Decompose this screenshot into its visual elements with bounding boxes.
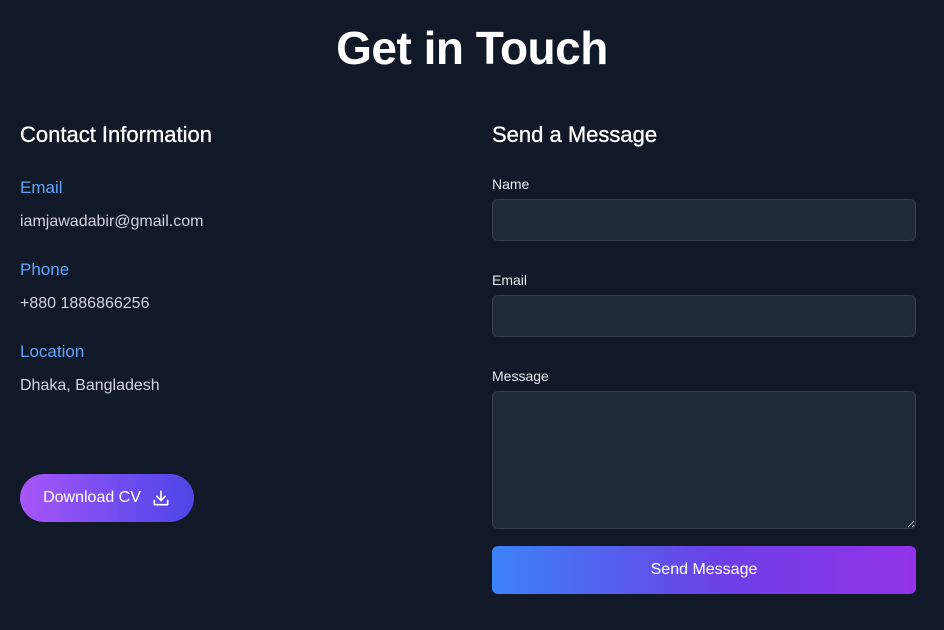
name-input[interactable] [492,199,916,241]
location-info-label: Location [20,342,85,361]
page-title: Get in Touch [336,22,608,74]
contact-info-heading: Contact Information [20,122,212,147]
email-input[interactable] [492,295,916,337]
contact-info-section: Contact Information Email iamjawadabir@g… [20,118,440,397]
location-info-value: Dhaka, Bangladesh [20,377,160,394]
email-info-value: iamjawadabir@gmail.com [20,213,204,230]
message-form-heading: Send a Message [492,122,658,147]
contact-page: Get in Touch Contact Information Email i… [0,0,944,630]
download-cv-button[interactable]: Download CV [20,474,194,522]
send-message-button[interactable]: Send Message [492,546,916,594]
download-cv-label: Download CV [43,489,141,506]
download-icon [153,490,169,506]
phone-info-label: Phone [20,260,70,279]
phone-info-value: +880 1886866256 [20,295,150,312]
message-form: Send a Message Name Email Message [492,118,916,534]
email-info-label: Email [20,178,63,197]
name-field-label: Name [492,176,530,192]
message-field-label: Message [492,368,549,384]
email-field-label: Email [492,272,528,288]
message-textarea[interactable] [492,391,916,529]
